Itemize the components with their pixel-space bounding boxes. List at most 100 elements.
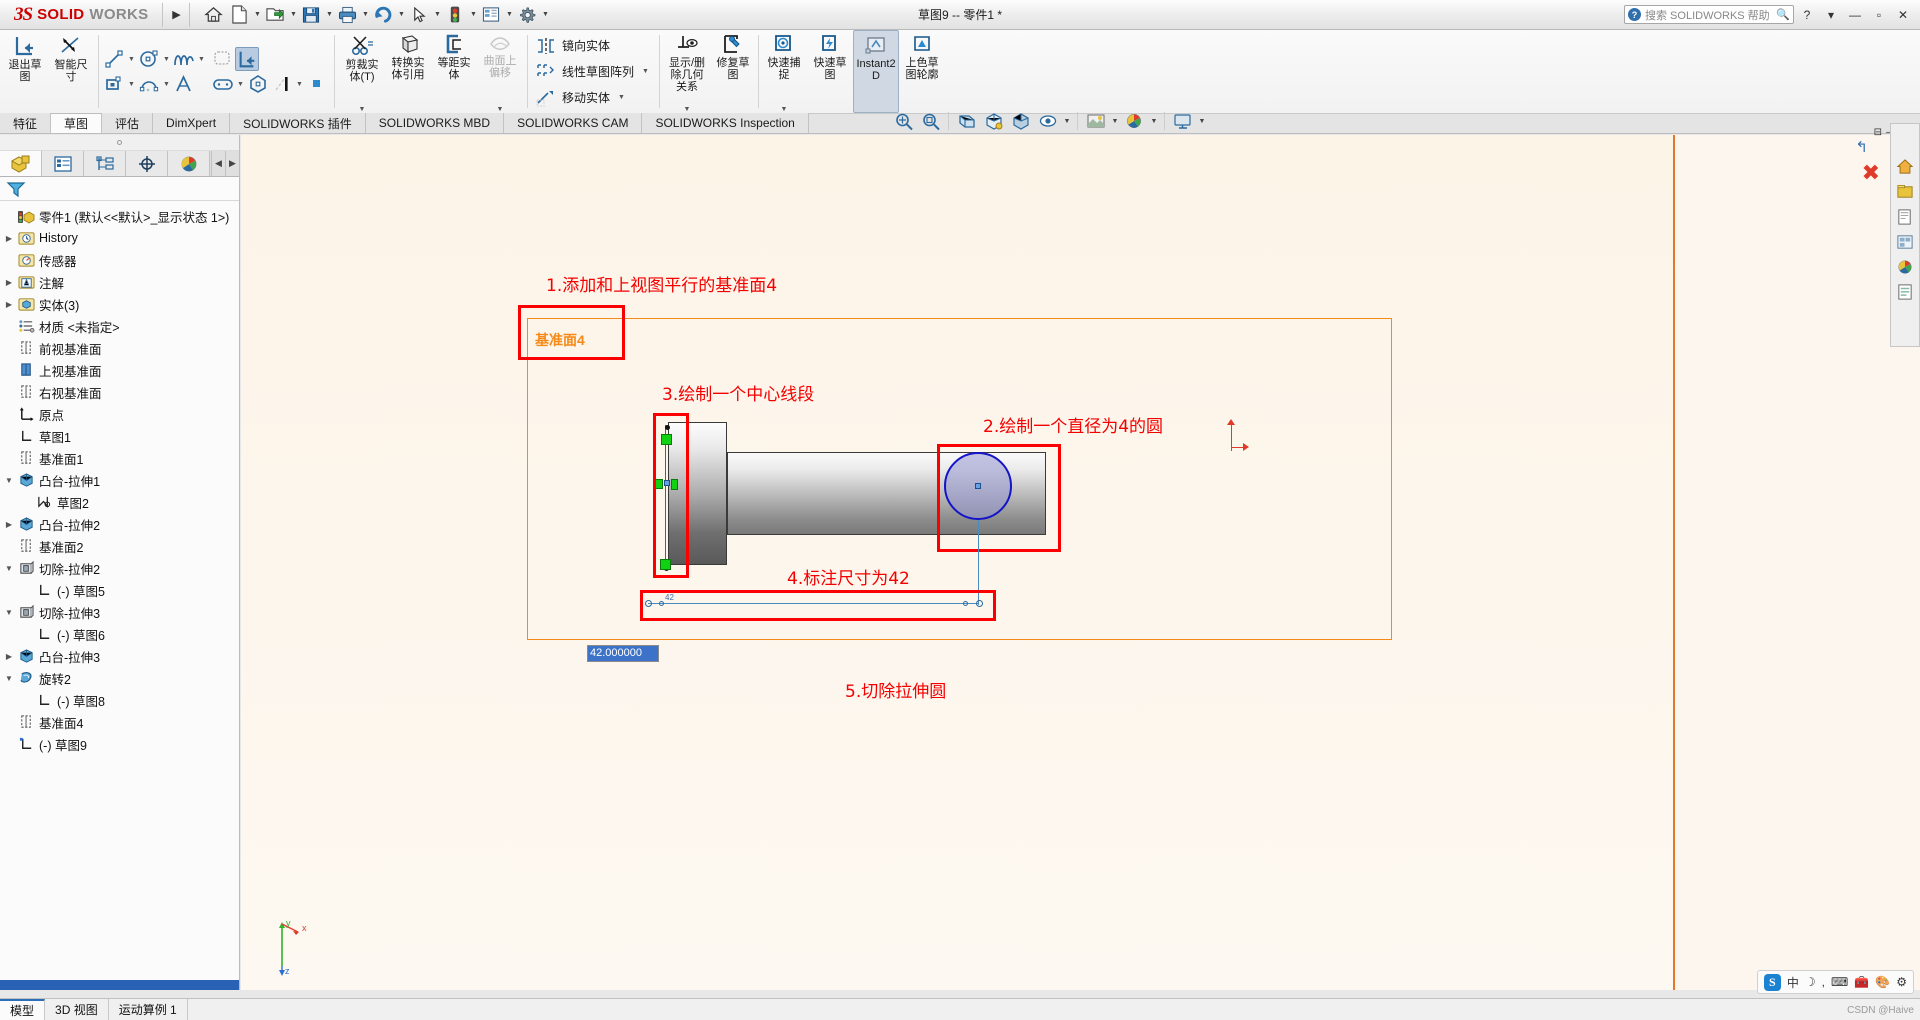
tree-item[interactable]: ▶ History <box>0 227 239 249</box>
smart-dimension-button[interactable]: 智能尺寸 <box>48 30 94 113</box>
zoom-to-fit-icon[interactable] <box>891 109 916 133</box>
rapid-sketch-button[interactable]: 快速草图 <box>807 30 853 113</box>
tree-item[interactable]: 上视基准面 <box>0 359 239 381</box>
close-button[interactable]: ✕ <box>1892 2 1914 28</box>
hide-show-caret-icon[interactable]: ▼ <box>1062 109 1072 133</box>
move-entities-button[interactable]: 移动实体 ▼ <box>532 85 655 111</box>
tree-item[interactable]: 材质 <未指定> <box>0 315 239 337</box>
open-document-icon[interactable] <box>262 2 288 28</box>
home-icon[interactable] <box>200 2 226 28</box>
design-library-icon[interactable] <box>1894 181 1916 203</box>
offset-on-surface-button[interactable]: 曲面上偏移 <box>477 30 523 79</box>
select-cursor-icon[interactable] <box>406 2 432 28</box>
quick-snaps-button[interactable]: 快速捕捉 <box>761 30 807 81</box>
tree-expander-icon[interactable]: ▼ <box>2 564 16 573</box>
select-caret-icon[interactable]: ▼ <box>432 2 442 28</box>
tab-solidworks-addins[interactable]: SOLIDWORKS 插件 <box>230 113 366 133</box>
trim-entities-button[interactable]: 剪裁实体(T) <box>339 30 385 83</box>
tree-expander-icon[interactable]: ▶ <box>2 520 16 529</box>
moon-icon[interactable]: ☽ <box>1805 975 1816 989</box>
graphics-area[interactable]: ▼ ▼ ▼ ▼ 基准面4 42 42.000000 1.添加和上视图平行的基准面… <box>241 112 1920 990</box>
tree-item[interactable]: 前视基准面 <box>0 337 239 359</box>
ime-mode-label[interactable]: 中 <box>1787 974 1799 991</box>
keyboard-icon[interactable]: ⌨ <box>1831 975 1848 989</box>
tree-item[interactable]: ▶ 凸台-拉伸2 <box>0 513 239 535</box>
edit-appearance-icon[interactable] <box>1122 109 1147 133</box>
tab-dimxpert[interactable]: DimXpert <box>153 113 231 133</box>
tree-item[interactable]: (-) 草图9 <box>0 733 239 755</box>
status-tab-motion-study[interactable]: 运动算例 1 <box>109 999 188 1020</box>
tab-solidworks-mbd[interactable]: SOLIDWORKS MBD <box>365 113 505 133</box>
more-options-button[interactable]: ▾ <box>1820 2 1842 28</box>
tree-item[interactable]: ▼ 切除-拉伸2 <box>0 557 239 579</box>
save-icon[interactable] <box>298 2 324 28</box>
repair-sketch-button[interactable]: 修复草图 <box>710 30 756 113</box>
view-palette-icon[interactable] <box>1894 231 1916 253</box>
slot-caret-icon[interactable]: ▼ <box>235 72 246 96</box>
tree-item[interactable]: (-) 草图6 <box>0 623 239 645</box>
maximize-button[interactable]: ▫ <box>1868 2 1890 28</box>
view-orientation-icon[interactable] <box>981 109 1006 133</box>
status-tab-model[interactable]: 模型 <box>0 999 46 1020</box>
sketch-fillet-icon[interactable] <box>211 47 235 71</box>
instant2d-button[interactable]: Instant2D <box>853 30 900 113</box>
save-caret-icon[interactable]: ▼ <box>324 2 334 28</box>
polygon-icon[interactable] <box>246 72 270 96</box>
exit-sketch-active-icon[interactable] <box>235 47 259 71</box>
tree-item[interactable]: 草图1 <box>0 425 239 447</box>
tree-item[interactable]: ▼ 切除-拉伸3 <box>0 601 239 623</box>
rebuild-caret-icon[interactable]: ▼ <box>468 2 478 28</box>
move-entities-caret-icon[interactable]: ▼ <box>616 86 627 110</box>
tree-expander-icon[interactable]: ▶ <box>2 652 16 661</box>
undo-caret-icon[interactable]: ▼ <box>396 2 406 28</box>
tree-item[interactable]: ▶ 注解 <box>0 271 239 293</box>
tree-item[interactable]: ▶ 实体(3) <box>0 293 239 315</box>
tab-solidworks-inspection[interactable]: SOLIDWORKS Inspection <box>642 113 809 133</box>
help-button[interactable]: ? <box>1796 2 1818 28</box>
configuration-manager-tab[interactable] <box>84 151 126 176</box>
rectangle-caret-icon[interactable]: ▼ <box>126 72 137 96</box>
tree-filter-bar[interactable] <box>0 177 239 201</box>
panel-drag-handle[interactable] <box>0 135 239 151</box>
spline-caret-icon[interactable]: ▼ <box>196 47 207 71</box>
text-icon[interactable] <box>172 72 196 96</box>
offset-surface-caret-icon[interactable]: ▼ <box>477 106 523 113</box>
new-document-caret-icon[interactable]: ▼ <box>252 2 262 28</box>
quick-snaps-caret-icon[interactable]: ▼ <box>761 106 807 113</box>
tree-item[interactable]: ▼ 旋转2 <box>0 667 239 689</box>
circle-caret-icon[interactable]: ▼ <box>161 47 172 71</box>
settings-icon[interactable]: ⚙ <box>1896 975 1907 989</box>
rebuild-traffic-icon[interactable] <box>442 2 468 28</box>
section-view-icon[interactable] <box>954 109 979 133</box>
mirror-entities-button[interactable]: 镜向实体 <box>532 33 655 59</box>
tree-expander-icon[interactable]: ▶ <box>2 300 16 309</box>
status-tab-3dviews[interactable]: 3D 视图 <box>45 999 109 1020</box>
centerline-caret-icon[interactable]: ▼ <box>294 72 305 96</box>
zoom-to-area-icon[interactable] <box>918 109 943 133</box>
point-icon[interactable] <box>305 72 329 96</box>
tree-item[interactable]: 右视基准面 <box>0 381 239 403</box>
comma-icon[interactable]: , <box>1822 975 1825 989</box>
trim-caret-icon[interactable]: ▼ <box>339 106 385 113</box>
cancel-x-icon[interactable]: ✖ <box>1862 160 1880 186</box>
linear-pattern-caret-icon[interactable]: ▼ <box>640 60 651 84</box>
tree-item[interactable]: 传感器 <box>0 249 239 271</box>
task-pane-pin-icon[interactable]: ⊟ <box>1874 127 1882 138</box>
tree-item[interactable]: ▶ 凸台-拉伸3 <box>0 645 239 667</box>
panel-prev-icon[interactable]: ◀ <box>211 151 225 176</box>
tree-item[interactable]: (-) 草图8 <box>0 689 239 711</box>
tree-root-row[interactable]: 零件1 (默认<<默认>_显示状态 1>) <box>0 205 239 227</box>
grid-display-icon[interactable] <box>478 2 504 28</box>
grid-caret-icon[interactable]: ▼ <box>504 2 514 28</box>
undo-icon[interactable] <box>370 2 396 28</box>
display-delete-relations-button[interactable]: 显示/删除几何关系 <box>664 30 710 93</box>
spline-icon[interactable] <box>172 47 196 71</box>
display-style-icon[interactable] <box>1008 109 1033 133</box>
line-icon[interactable] <box>102 47 126 71</box>
print-icon[interactable] <box>334 2 360 28</box>
tab-solidworks-cam[interactable]: SOLIDWORKS CAM <box>504 113 643 133</box>
arc-icon[interactable] <box>137 72 161 96</box>
tree-item[interactable]: 基准面4 <box>0 711 239 733</box>
tree-item[interactable]: (-) 草图5 <box>0 579 239 601</box>
tree-item[interactable]: ▼ 凸台-拉伸1 <box>0 469 239 491</box>
